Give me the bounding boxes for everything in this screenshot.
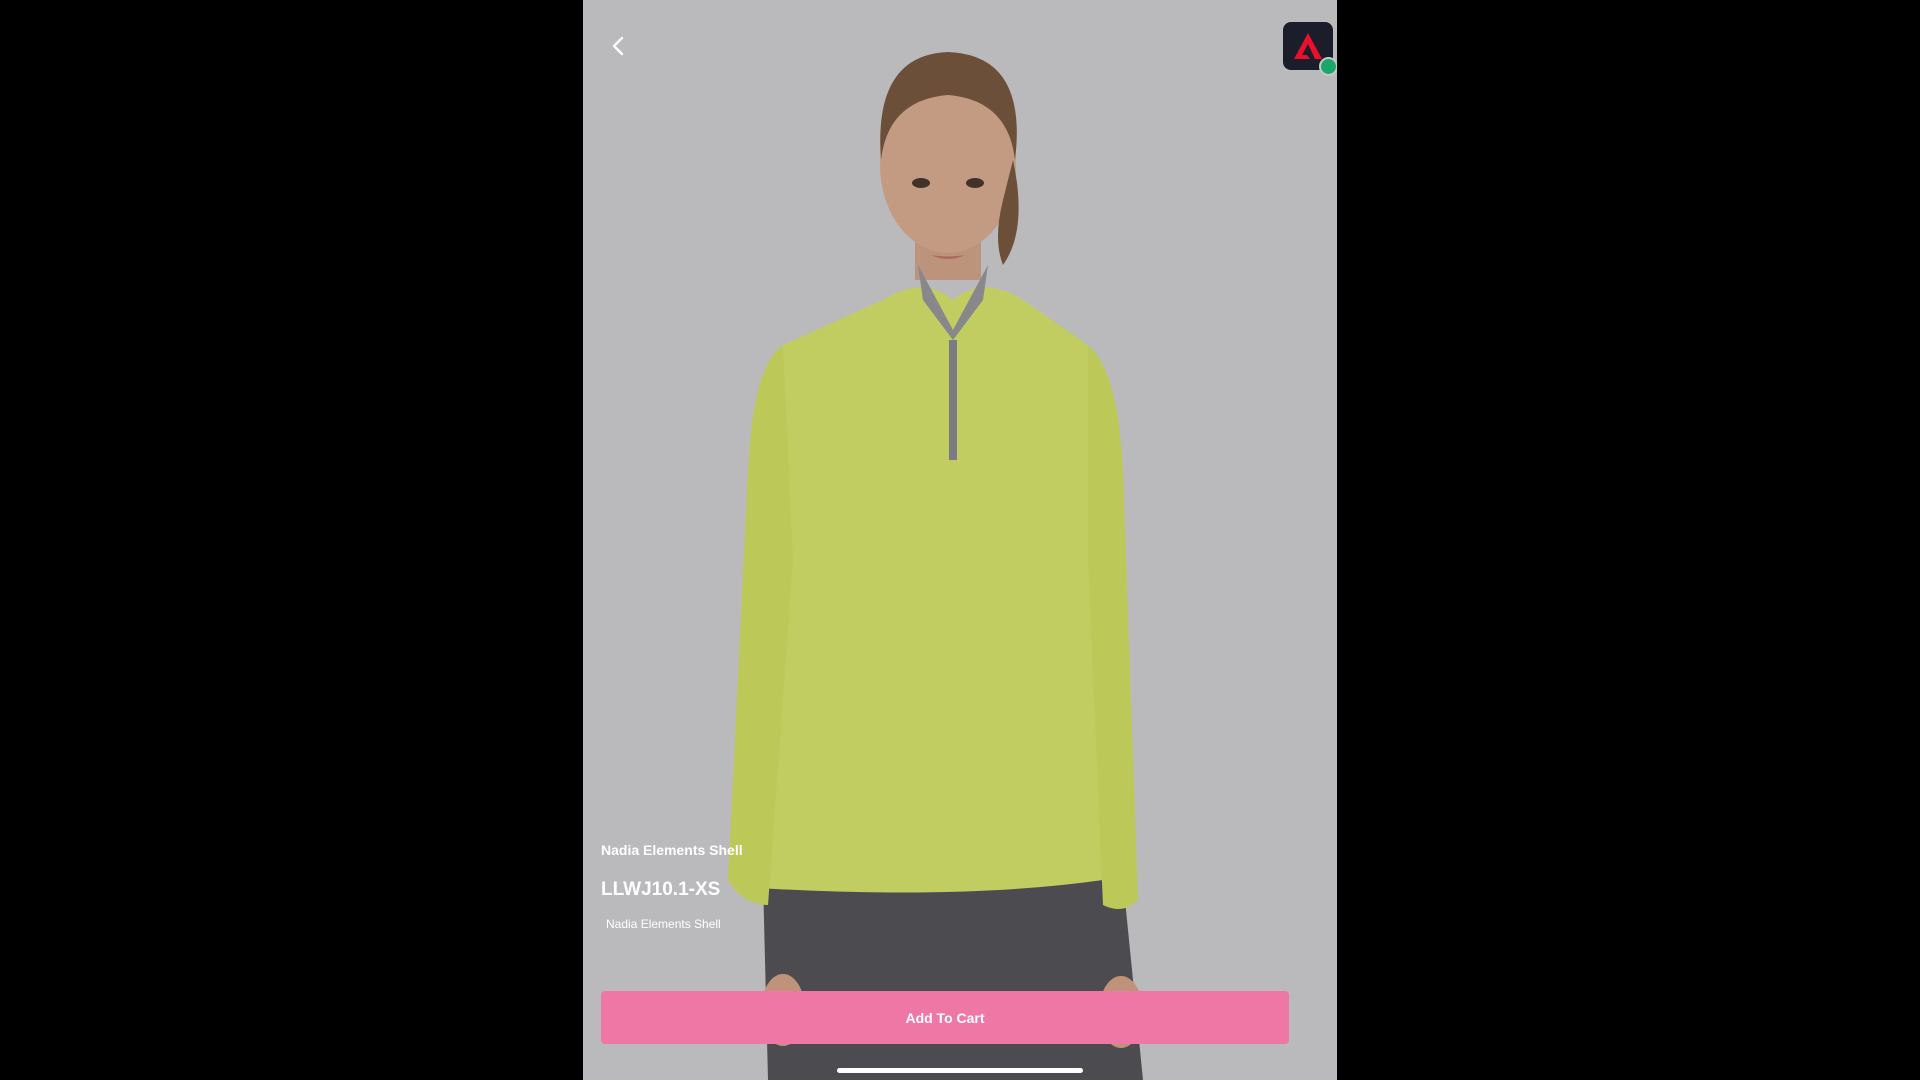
- product-title: Nadia Elements Shell: [601, 842, 743, 858]
- adobe-logo-icon: [1294, 33, 1322, 59]
- chevron-left-icon: [612, 36, 624, 56]
- product-sku: LLWJ10.1-XS: [601, 879, 721, 900]
- status-indicator: [1319, 57, 1337, 76]
- product-description: Nadia Elements Shell: [606, 917, 721, 931]
- screen-background: Nadia Elements Shell LLWJ10.1-XS Nadia E…: [0, 0, 1920, 1080]
- add-to-cart-button[interactable]: Add To Cart: [601, 991, 1289, 1044]
- back-button[interactable]: [601, 28, 637, 64]
- home-indicator[interactable]: [837, 1068, 1083, 1073]
- product-detail-screen: Nadia Elements Shell LLWJ10.1-XS Nadia E…: [583, 0, 1337, 1080]
